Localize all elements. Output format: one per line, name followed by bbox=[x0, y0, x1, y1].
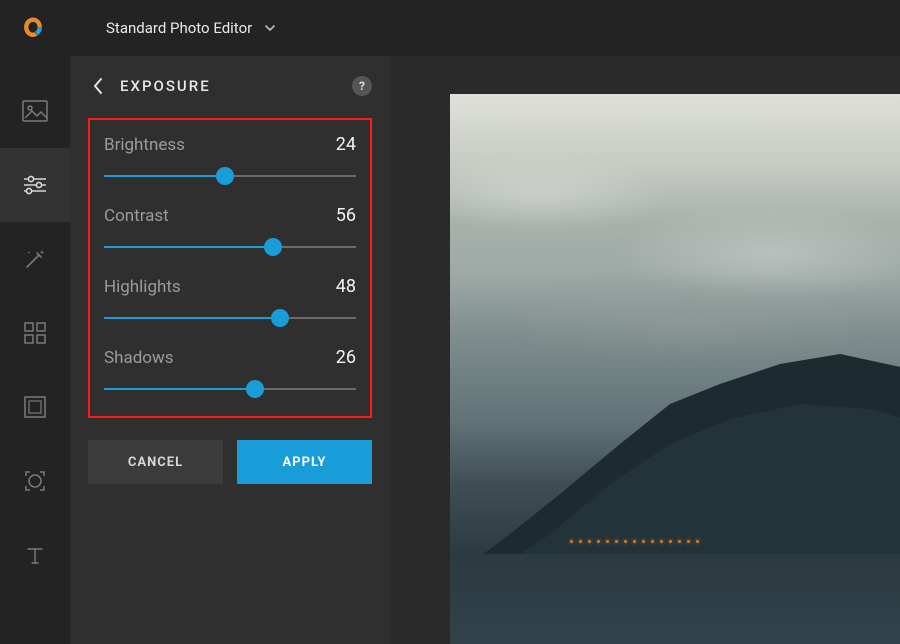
cancel-button[interactable]: CANCEL bbox=[88, 440, 223, 484]
rail-frame-tool[interactable] bbox=[0, 370, 70, 444]
help-icon[interactable]: ? bbox=[352, 76, 372, 96]
apply-button[interactable]: APPLY bbox=[237, 440, 372, 484]
app-logo bbox=[20, 15, 46, 41]
adjust-panel: EXPOSURE ? Brightness 24 bbox=[70, 56, 390, 644]
brightness-label: Brightness bbox=[104, 135, 185, 155]
help-glyph: ? bbox=[359, 79, 365, 93]
shadows-control: Shadows 26 bbox=[104, 347, 356, 398]
topbar: Standard Photo Editor bbox=[0, 0, 900, 56]
exposure-controls-highlight-box: Brightness 24 Contrast 56 bbox=[88, 118, 372, 418]
contrast-value: 56 bbox=[336, 205, 356, 226]
rail-text-tool[interactable] bbox=[0, 518, 70, 592]
brightness-slider[interactable] bbox=[104, 167, 356, 185]
rail-magic-tool[interactable] bbox=[0, 222, 70, 296]
main-body: EXPOSURE ? Brightness 24 bbox=[0, 56, 900, 644]
rail-adjust-tool[interactable] bbox=[0, 148, 70, 222]
app-root: Standard Photo Editor bbox=[0, 0, 900, 644]
shadows-label: Shadows bbox=[104, 348, 174, 368]
shadows-value: 26 bbox=[336, 347, 356, 368]
contrast-label: Contrast bbox=[104, 206, 169, 226]
rail-focus-tool[interactable] bbox=[0, 444, 70, 518]
highlights-slider[interactable] bbox=[104, 309, 356, 327]
photo-preview bbox=[450, 94, 900, 644]
city-lights bbox=[570, 538, 890, 544]
panel-title: EXPOSURE bbox=[120, 77, 340, 95]
shadows-slider[interactable] bbox=[104, 380, 356, 398]
contrast-control: Contrast 56 bbox=[104, 205, 356, 256]
panel-actions: CANCEL APPLY bbox=[88, 440, 372, 484]
highlights-value: 48 bbox=[336, 276, 356, 297]
tool-rail bbox=[0, 56, 70, 644]
editor-mode-label: Standard Photo Editor bbox=[106, 19, 252, 37]
back-button[interactable] bbox=[88, 76, 108, 96]
contrast-slider[interactable] bbox=[104, 238, 356, 256]
highlights-label: Highlights bbox=[104, 277, 181, 297]
rail-image-tool[interactable] bbox=[0, 74, 70, 148]
rail-grid-tool[interactable] bbox=[0, 296, 70, 370]
chevron-down-icon bbox=[264, 22, 276, 34]
panel-header: EXPOSURE ? bbox=[88, 76, 372, 96]
editor-mode-dropdown[interactable]: Standard Photo Editor bbox=[106, 19, 276, 37]
canvas-area[interactable] bbox=[390, 56, 900, 644]
brightness-control: Brightness 24 bbox=[104, 134, 356, 185]
brightness-value: 24 bbox=[336, 134, 356, 155]
highlights-control: Highlights 48 bbox=[104, 276, 356, 327]
